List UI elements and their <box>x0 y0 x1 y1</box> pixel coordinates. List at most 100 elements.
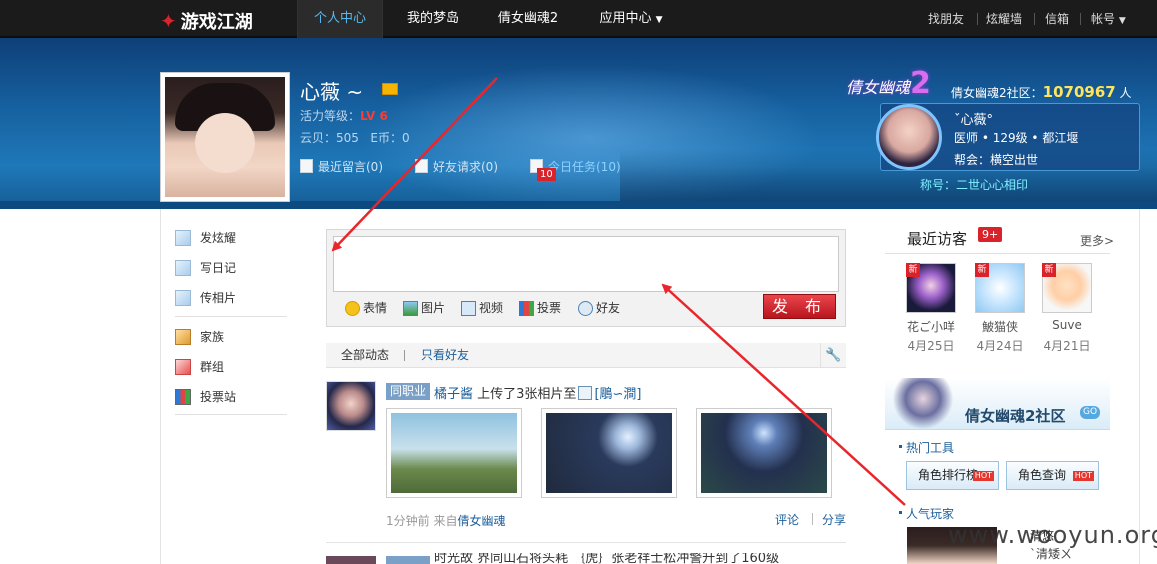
nav-app-center[interactable]: 应用中心 ▼ <box>588 0 674 38</box>
level-label: 活力等级： <box>300 109 361 123</box>
feed-action-text: 上传了3张相片至 <box>477 387 577 402</box>
go-button[interactable]: GO <box>1080 406 1100 419</box>
profile-avatar[interactable] <box>160 72 290 202</box>
feed-source-link[interactable]: 倩女幽魂 <box>457 514 505 528</box>
sidebar-label: 发炫耀 <box>200 231 237 245</box>
calendar-icon <box>415 159 428 173</box>
character-name: ˇ心薇° <box>954 113 994 128</box>
feed-photo-thumb[interactable] <box>696 408 832 498</box>
sidebar-item-write-diary[interactable]: 写日记 <box>175 259 236 277</box>
nav-qiannv2[interactable]: 倩女幽魂2 <box>482 0 574 38</box>
hot-badge: HOT <box>1072 471 1094 481</box>
community-figure <box>893 378 953 430</box>
same-class-tag: 同职业 <box>386 383 431 400</box>
album-icon <box>578 386 593 400</box>
photo-2 <box>546 413 672 493</box>
feed-time: 1分钟前 来自 <box>386 514 458 528</box>
group-icon <box>175 359 191 375</box>
post-input[interactable] <box>333 236 839 292</box>
friend-tool[interactable]: 好友 <box>578 300 620 316</box>
nav-find-friends[interactable]: 找朋友 <box>928 0 964 38</box>
character-ranking-button[interactable]: 角色排行榜 HOT <box>906 461 999 490</box>
sidebar-item-post-show[interactable]: 发炫耀 <box>175 229 236 247</box>
top-navbar: ✦ 游戏江湖 个人中心 我的梦岛 倩女幽魂2 应用中心 ▼ 找朋友 炫耀墙 信箱… <box>0 0 1157 38</box>
new-badge: 新 <box>906 263 920 277</box>
emoji-icon <box>345 300 360 316</box>
character-avatar[interactable] <box>876 104 942 170</box>
nav-my-island[interactable]: 我的梦岛 <box>392 0 474 38</box>
video-icon <box>461 300 476 316</box>
nav-divider <box>1034 13 1035 25</box>
community-count-value: 1070967 <box>1042 83 1116 101</box>
tab-all-updates[interactable]: 全部动态 <box>341 343 389 368</box>
image-tool-label: 图片 <box>421 301 446 315</box>
feed-user-link[interactable]: 橘子酱 <box>434 387 473 402</box>
sidebar-label: 写日记 <box>200 261 237 275</box>
friend-requests-link[interactable]: 好友请求(0) <box>415 158 498 175</box>
character-ranking-label: 角色排行榜 <box>918 468 979 482</box>
nav-personal-center[interactable]: 个人中心 <box>297 0 383 38</box>
vote-tool[interactable]: 投票 <box>519 300 561 316</box>
visitors-divider <box>885 253 1110 254</box>
visitor-name[interactable]: Suve <box>1032 318 1102 332</box>
character-info: 医师 • 129级 • 都江堰 <box>954 131 1079 145</box>
sidebar-label: 家族 <box>200 330 225 344</box>
character-query-button[interactable]: 角色查询 HOT <box>1006 461 1099 490</box>
video-tool[interactable]: 视频 <box>461 300 503 316</box>
watermark-text: www.wooyun.org <box>948 521 1157 549</box>
community-count-unit: 人 <box>1119 86 1132 100</box>
feed-user-avatar[interactable] <box>326 381 376 431</box>
share-link[interactable]: 分享 <box>822 511 846 528</box>
nav-show-wall[interactable]: 炫耀墙 <box>986 0 1022 38</box>
feed-divider <box>326 542 846 543</box>
nav-mailbox[interactable]: 信箱 <box>1045 0 1069 38</box>
recent-messages-link[interactable]: 最近留言(0) <box>300 158 383 175</box>
feed-photo-thumb[interactable] <box>386 408 522 498</box>
comment-link[interactable]: 评论 <box>775 511 799 528</box>
sidebar-item-group[interactable]: 群组 <box>175 358 224 376</box>
site-logo[interactable]: ✦ 游戏江湖 <box>160 8 253 34</box>
publish-button[interactable]: 发 布 <box>763 294 836 319</box>
wrench-icon[interactable]: 🔧 <box>820 343 846 368</box>
vip-badge-icon[interactable] <box>382 83 398 95</box>
visitor-count-badge: 9+ <box>978 227 1003 242</box>
vote-chart-icon <box>519 300 534 316</box>
image-icon <box>403 300 418 316</box>
nav-divider <box>1080 13 1081 25</box>
diary-icon <box>175 260 191 276</box>
profile-links: 最近留言(0) 好友请求(0) 今日任务(10) <box>300 158 621 175</box>
feed-item-headline: 时光故 界同山石将头耗 ｛虎｝张老祥士松冲警升到了160级 <box>434 553 780 564</box>
sidebar-divider <box>175 316 287 317</box>
sidebar-item-upload-photo[interactable]: 传相片 <box>175 289 236 307</box>
community-count-label: 倩女幽魂2社区： <box>951 86 1043 100</box>
ecoin-value: E币：0 <box>370 131 410 145</box>
feed-photo-thumb[interactable] <box>541 408 677 498</box>
nav-account[interactable]: 帐号 ▼ <box>1091 0 1126 38</box>
sidebar-item-vote[interactable]: 投票站 <box>175 388 236 406</box>
message-icon <box>300 159 313 173</box>
vote-icon <box>175 389 191 405</box>
visitor-date: 4月21日 <box>1043 339 1091 353</box>
friend-requests-label: 好友请求(0) <box>433 160 498 174</box>
community-title: 倩女幽魂2社区 <box>965 407 1066 425</box>
sidebar-label: 投票站 <box>200 390 237 404</box>
feed-user-avatar[interactable] <box>326 556 376 564</box>
emoji-tool[interactable]: 表情 <box>345 300 387 316</box>
qiannv2-logo-number: 2 <box>910 66 931 101</box>
sidebar-item-family[interactable]: 家族 <box>175 328 224 346</box>
logo-star-icon: ✦ <box>160 9 177 33</box>
profile-level: 活力等级：LV 6 <box>300 107 388 124</box>
qiannv2-logo[interactable]: 倩女幽魂2 <box>846 66 931 101</box>
new-badge: 新 <box>1042 263 1056 277</box>
recent-messages-label: 最近留言(0) <box>318 160 383 174</box>
visitors-more-link[interactable]: 更多> <box>1080 232 1114 249</box>
image-tool[interactable]: 图片 <box>403 300 445 316</box>
family-icon <box>175 329 191 345</box>
visitor-name[interactable]: 花ご小咩 <box>896 318 966 335</box>
visitor-name[interactable]: 鮍猫侠 <box>965 318 1035 335</box>
tab-friends-only[interactable]: 只看好友 <box>421 343 469 368</box>
nav-divider <box>977 13 978 25</box>
banner-bottom-bar <box>0 201 1157 209</box>
character-gang: 帮会：横空出世 <box>954 153 1039 167</box>
album-link[interactable]: [鵰∽澗] <box>594 387 641 402</box>
